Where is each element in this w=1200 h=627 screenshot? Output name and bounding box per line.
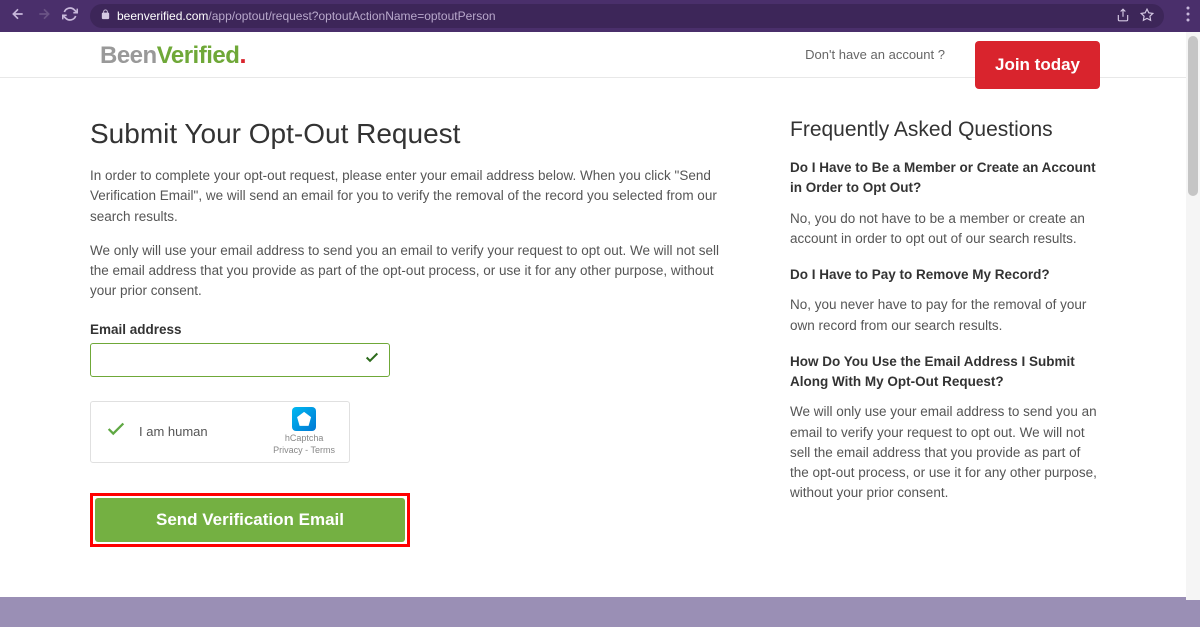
url-domain: beenverified.com bbox=[117, 9, 208, 23]
account-prompt: Don't have an account ? bbox=[805, 47, 945, 62]
page-content: Submit Your Opt-Out Request In order to … bbox=[0, 78, 1200, 577]
faq-answer: No, you do not have to be a member or cr… bbox=[790, 209, 1100, 250]
join-button[interactable]: Join today bbox=[975, 41, 1100, 89]
faq-answer: We will only use your email address to s… bbox=[790, 402, 1100, 503]
faq-answer: No, you never have to pay for the remova… bbox=[790, 295, 1100, 336]
checkmark-icon bbox=[364, 349, 380, 370]
star-icon[interactable] bbox=[1140, 8, 1154, 25]
footer-bar bbox=[0, 597, 1200, 627]
site-header: BeenVerified. Don't have an account ? Jo… bbox=[0, 32, 1200, 78]
faq-column: Frequently Asked Questions Do I Have to … bbox=[790, 118, 1100, 547]
lock-icon bbox=[100, 9, 111, 23]
email-field[interactable] bbox=[90, 343, 390, 377]
scrollbar-thumb[interactable] bbox=[1188, 36, 1198, 196]
captcha-check-icon bbox=[105, 418, 127, 445]
share-icon[interactable] bbox=[1116, 8, 1130, 25]
scrollbar[interactable] bbox=[1186, 32, 1200, 600]
email-label: Email address bbox=[90, 322, 730, 337]
page-title: Submit Your Opt-Out Request bbox=[90, 118, 730, 150]
hcaptcha-logo-icon bbox=[292, 407, 316, 431]
browser-menu-icon[interactable] bbox=[1186, 6, 1190, 27]
main-column: Submit Your Opt-Out Request In order to … bbox=[90, 118, 730, 547]
intro-paragraph-1: In order to complete your opt-out reques… bbox=[90, 166, 730, 227]
faq-question: Do I Have to Be a Member or Create an Ac… bbox=[790, 158, 1100, 199]
browser-chrome: beenverified.com/app/optout/request?opto… bbox=[0, 0, 1200, 32]
captcha-brand: hCaptcha Privacy - Terms bbox=[273, 407, 335, 456]
nav-buttons bbox=[10, 6, 78, 27]
reload-icon[interactable] bbox=[62, 6, 78, 27]
url-bar[interactable]: beenverified.com/app/optout/request?opto… bbox=[90, 4, 1164, 28]
faq-question: How Do You Use the Email Address I Submi… bbox=[790, 352, 1100, 393]
send-verification-button[interactable]: Send Verification Email bbox=[95, 498, 405, 542]
captcha-text: I am human bbox=[139, 424, 261, 439]
back-icon[interactable] bbox=[10, 6, 26, 27]
send-button-highlight: Send Verification Email bbox=[90, 493, 410, 547]
email-input-wrap bbox=[90, 343, 390, 377]
faq-title: Frequently Asked Questions bbox=[790, 118, 1100, 142]
site-logo[interactable]: BeenVerified. bbox=[100, 39, 246, 70]
captcha-widget[interactable]: I am human hCaptcha Privacy - Terms bbox=[90, 401, 350, 463]
forward-icon[interactable] bbox=[36, 6, 52, 27]
url-path: /app/optout/request?optoutActionName=opt… bbox=[208, 9, 495, 23]
intro-paragraph-2: We only will use your email address to s… bbox=[90, 241, 730, 302]
faq-question: Do I Have to Pay to Remove My Record? bbox=[790, 265, 1100, 285]
